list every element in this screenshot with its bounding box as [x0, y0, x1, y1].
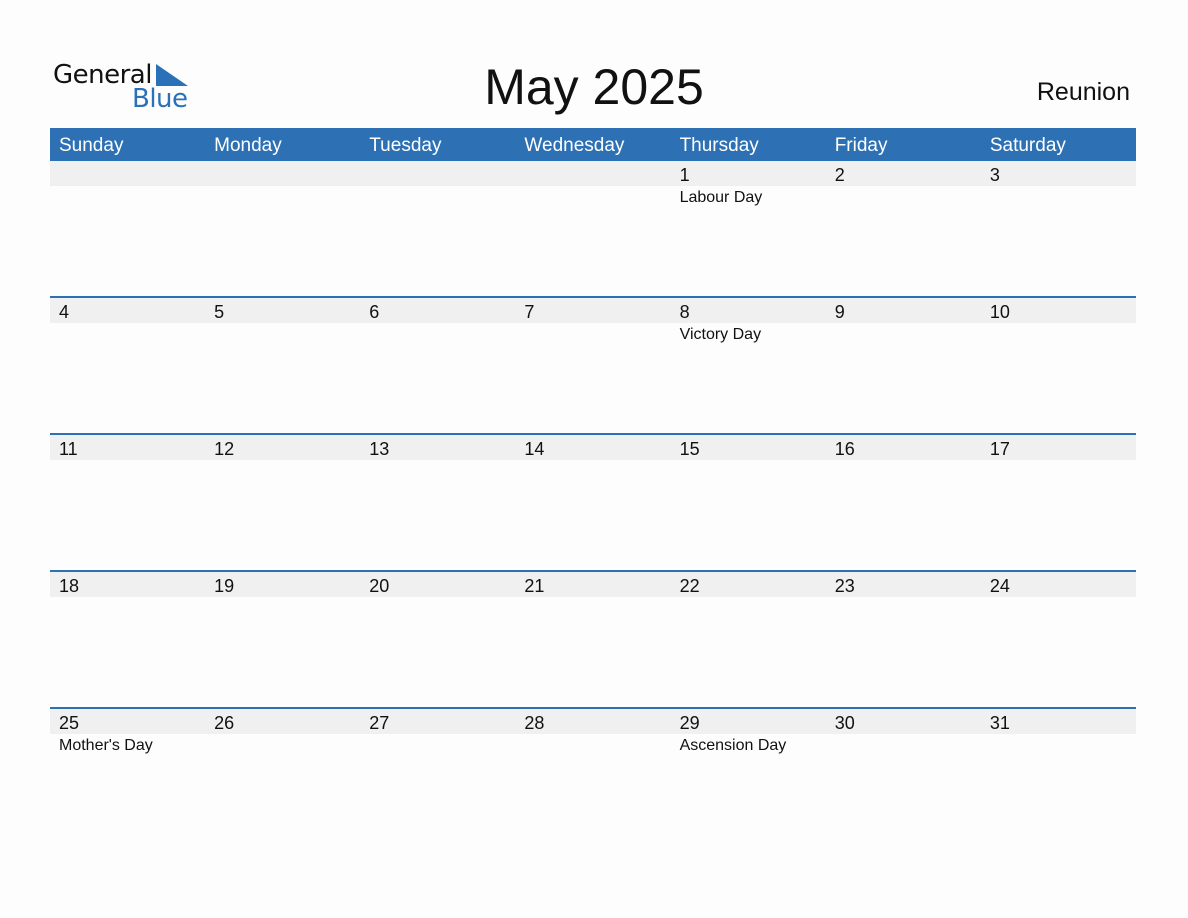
day-cell: 22 — [670, 572, 826, 707]
day-cell: 20 — [360, 572, 516, 707]
day-cell: 17 — [980, 435, 1136, 570]
day-number: 22 — [670, 572, 826, 597]
weekday-sunday: Sunday — [59, 135, 124, 156]
day-number: 3 — [980, 161, 1136, 186]
weekday-wednesday: Wednesday — [524, 135, 625, 156]
week-days: 25 Mother's Day 26 27 28 29 Ascension Day 30 31 — [50, 709, 1136, 844]
week-days: 11 12 13 14 15 16 17 — [50, 435, 1136, 570]
day-cell: 29 Ascension Day — [670, 709, 826, 844]
day-number: 15 — [670, 435, 826, 460]
day-number: 17 — [980, 435, 1136, 460]
day-number: 10 — [980, 298, 1136, 323]
week-row: 1 Labour Day 2 3 — [50, 161, 1136, 296]
day-cell: 6 — [360, 298, 516, 433]
day-cell: 14 — [515, 435, 671, 570]
day-cell — [515, 161, 671, 296]
day-cell: 19 — [205, 572, 361, 707]
day-cell: 13 — [360, 435, 516, 570]
day-number: 9 — [825, 298, 981, 323]
day-cell: 24 — [980, 572, 1136, 707]
day-cell: 9 — [825, 298, 981, 433]
day-number — [205, 161, 361, 186]
weeks-container: 1 Labour Day 2 3 4 5 6 7 8 Victory Day 9 10 11 12 13 14… — [50, 161, 1136, 844]
day-number: 7 — [515, 298, 671, 323]
week-days: 1 Labour Day 2 3 — [50, 161, 1136, 296]
day-number: 30 — [825, 709, 981, 734]
day-number — [50, 161, 206, 186]
day-cell: 12 — [205, 435, 361, 570]
holiday-label: Labour Day — [679, 189, 763, 206]
day-number: 14 — [515, 435, 671, 460]
day-cell: 4 — [50, 298, 206, 433]
day-cell: 18 — [50, 572, 206, 707]
day-cell — [360, 161, 516, 296]
day-cell: 8 Victory Day — [670, 298, 826, 433]
day-number: 23 — [825, 572, 981, 597]
day-number: 4 — [50, 298, 206, 323]
day-number: 16 — [825, 435, 981, 460]
week-row: 25 Mother's Day 26 27 28 29 Ascension Day 30 31 — [50, 707, 1136, 844]
day-cell: 27 — [360, 709, 516, 844]
day-cell: 16 — [825, 435, 981, 570]
week-row: 4 5 6 7 8 Victory Day 9 10 — [50, 296, 1136, 433]
weekday-tuesday: Tuesday — [369, 135, 442, 156]
weekday-thursday: Thursday — [679, 135, 759, 156]
day-number: 26 — [205, 709, 361, 734]
page-title: May 2025 — [484, 59, 704, 115]
day-cell: 23 — [825, 572, 981, 707]
day-cell: 5 — [205, 298, 361, 433]
day-cell: 2 — [825, 161, 981, 296]
day-number: 21 — [515, 572, 671, 597]
holiday-label: Mother's Day — [59, 737, 153, 754]
day-number: 18 — [50, 572, 206, 597]
day-cell — [205, 161, 361, 296]
holiday-label: Ascension Day — [679, 737, 787, 754]
day-number: 11 — [50, 435, 206, 460]
day-number: 29 — [670, 709, 826, 734]
weekday-friday: Friday — [834, 135, 888, 156]
day-cell: 21 — [515, 572, 671, 707]
day-cell: 10 — [980, 298, 1136, 433]
day-number: 8 — [670, 298, 826, 323]
day-cell: 28 — [515, 709, 671, 844]
day-number: 27 — [360, 709, 516, 734]
day-number: 31 — [980, 709, 1136, 734]
day-cell: 25 Mother's Day — [50, 709, 206, 844]
day-cell: 15 — [670, 435, 826, 570]
day-cell: 11 — [50, 435, 206, 570]
day-cell: 26 — [205, 709, 361, 844]
day-number: 24 — [980, 572, 1136, 597]
day-number: 1 — [670, 161, 826, 186]
day-number: 20 — [360, 572, 516, 597]
day-number: 19 — [205, 572, 361, 597]
week-days: 18 19 20 21 22 23 24 — [50, 572, 1136, 707]
calendar-grid: Sunday Monday Tuesday Wednesday Thursday… — [50, 128, 1136, 844]
week-days: 4 5 6 7 8 Victory Day 9 10 — [50, 298, 1136, 433]
weekday-monday: Monday — [214, 135, 282, 156]
day-number: 28 — [515, 709, 671, 734]
week-row: 18 19 20 21 22 23 24 — [50, 570, 1136, 707]
day-number: 6 — [360, 298, 516, 323]
weekday-header: Sunday Monday Tuesday Wednesday Thursday… — [50, 128, 1136, 161]
day-number — [515, 161, 671, 186]
day-number: 13 — [360, 435, 516, 460]
day-cell: 30 — [825, 709, 981, 844]
day-number: 25 — [50, 709, 206, 734]
day-cell: 7 — [515, 298, 671, 433]
day-cell: 31 — [980, 709, 1136, 844]
day-cell: 3 — [980, 161, 1136, 296]
country-label: Reunion — [1036, 78, 1130, 106]
day-number — [360, 161, 516, 186]
day-number: 12 — [205, 435, 361, 460]
day-number: 5 — [205, 298, 361, 323]
weekday-saturday: Saturday — [989, 135, 1066, 156]
holiday-label: Victory Day — [679, 326, 762, 343]
week-row: 11 12 13 14 15 16 17 — [50, 433, 1136, 570]
day-cell: 1 Labour Day — [670, 161, 826, 296]
day-number: 2 — [825, 161, 981, 186]
day-cell — [50, 161, 206, 296]
